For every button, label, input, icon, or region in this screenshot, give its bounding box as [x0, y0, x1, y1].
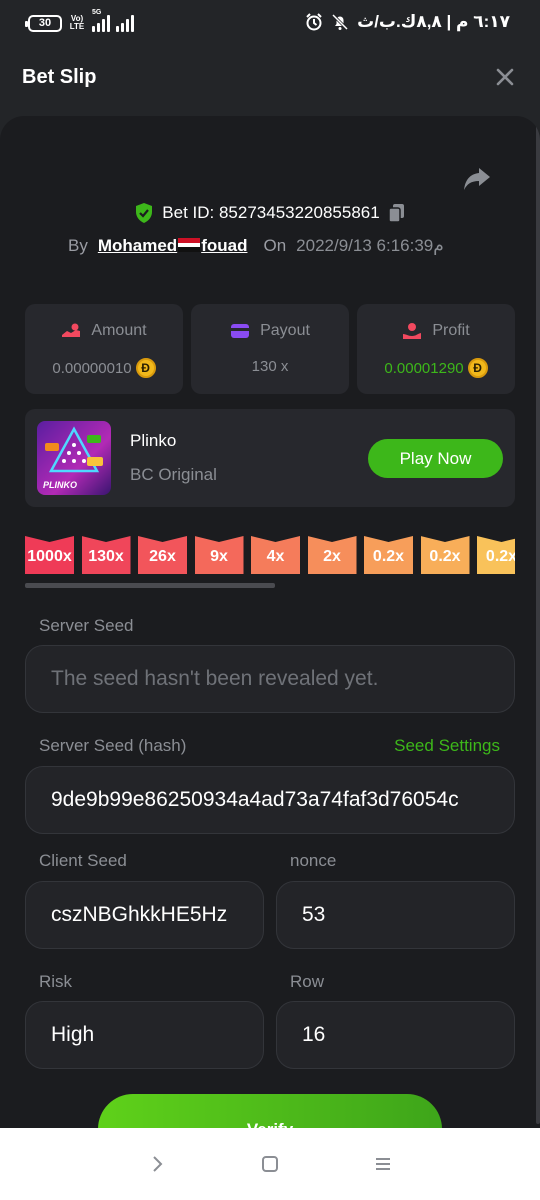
server-seed-field[interactable]: The seed hasn't been revealed yet.: [25, 645, 515, 713]
multiplier-chip: 1000x: [25, 536, 74, 574]
profit-value: 0.00001290: [384, 359, 464, 377]
amount-icon: [62, 323, 81, 337]
battery-icon: 30: [25, 14, 62, 32]
multiplier-chip: 0.2x: [420, 536, 470, 574]
header: Bet Slip: [0, 46, 540, 116]
nav-back-button[interactable]: [146, 1153, 168, 1175]
hash-field[interactable]: 9de9b99e86250934a4ad73a74faf3d76054c: [25, 766, 515, 834]
page-scrollbar[interactable]: [536, 124, 540, 1124]
payout-value: 130 x: [251, 358, 289, 375]
amount-box: Amount 0.00000010 Ð: [25, 304, 183, 394]
share-button[interactable]: [462, 166, 492, 192]
server-seed-label: Server Seed: [39, 616, 134, 635]
bet-date: 2022/9/13 م6:16:39: [296, 236, 444, 255]
multiplier-chip: 9x: [194, 536, 244, 574]
hash-label: Server Seed (hash): [39, 736, 187, 755]
profit-label: Profit: [432, 322, 470, 339]
nav-menu-button[interactable]: [372, 1153, 394, 1175]
verify-label: Verify: [247, 1120, 293, 1128]
by-row: By Mohamed fouad On 2022/9/13 م6:16:39: [68, 236, 444, 256]
verify-button[interactable]: Verify: [98, 1094, 442, 1128]
status-left: 30 Vo) LTE 5G: [25, 9, 134, 32]
profit-icon: [403, 323, 422, 339]
shield-check-icon: [136, 203, 153, 223]
signal-5g-icon: 5G: [92, 9, 110, 32]
client-seed-field[interactable]: cszNBGhkkHE5Hz: [25, 881, 264, 949]
payout-box: Payout 130 x: [191, 304, 349, 394]
bet-id-row: Bet ID: 85273453220855861: [0, 202, 540, 224]
volte-indicator: Vo) LTE: [68, 15, 86, 31]
close-button[interactable]: [492, 64, 518, 90]
amount-label: Amount: [91, 322, 147, 339]
row-label: Row: [290, 972, 325, 991]
battery-level: 30: [38, 17, 52, 29]
by-label: By: [68, 236, 88, 255]
network-label: 5G: [92, 9, 102, 16]
page-title: Bet Slip: [22, 66, 97, 88]
chevron-right-icon: [153, 1156, 163, 1172]
game-name: Plinko: [130, 431, 177, 450]
multiplier-chip: 0.2x: [477, 536, 515, 574]
bet-id: Bet ID: 85273453220855861: [162, 203, 380, 222]
plinko-thumbnail[interactable]: PLINKO: [37, 421, 111, 495]
user-first: Mohamed: [97, 236, 178, 255]
amount-value: 0.00000010: [52, 359, 132, 377]
coin-icon: Ð: [135, 358, 156, 378]
wallet-icon: [231, 324, 250, 338]
bet-card: Bet ID: 85273453220855861 By Mohamed foua…: [0, 116, 540, 1128]
multiplier-chip: 2x: [307, 536, 357, 574]
alarm-icon: [305, 13, 323, 31]
multiplier-strip[interactable]: 1000x 130x 26x 9x 4x 2x 0.2x 0.2x 0.2x: [25, 536, 515, 578]
nonce-field[interactable]: 53: [276, 881, 515, 949]
share-icon: [464, 168, 490, 190]
nav-home-button[interactable]: [259, 1153, 281, 1175]
multiplier-chip: 4x: [251, 536, 300, 574]
risk-field[interactable]: High: [25, 1001, 264, 1069]
multiplier-chip: 26x: [138, 536, 187, 574]
multiplier-chip: 130x: [81, 536, 131, 574]
volte-line2: LTE: [69, 22, 85, 31]
multiplier-scrollbar[interactable]: [25, 583, 275, 588]
square-icon: [262, 1156, 278, 1172]
play-now-button[interactable]: Play Now: [368, 439, 503, 478]
client-seed-label: Client Seed: [39, 851, 127, 870]
nonce-label: nonce: [290, 851, 337, 870]
profit-box: Profit 0.00001290 Ð: [357, 304, 515, 394]
on-label: On: [263, 236, 287, 255]
row-field[interactable]: 16: [276, 1001, 515, 1069]
payout-label: Payout: [260, 322, 310, 339]
menu-icon: [376, 1158, 390, 1170]
status-text: ٦:١٧ م | ٨,٨ك.ب/ث: [357, 12, 510, 31]
multiplier-chip: 0.2x: [364, 536, 413, 574]
game-subtitle: BC Original: [130, 465, 217, 484]
copy-icon[interactable]: [387, 203, 406, 223]
close-icon: [496, 68, 514, 86]
status-right: ٦:١٧ م | ٨,٨ك.ب/ث: [305, 12, 510, 32]
user-last: fouad: [201, 236, 248, 255]
bell-off-icon: [331, 13, 349, 31]
egypt-flag-icon: [178, 238, 201, 252]
main-panel: Bet ID: 85273453220855861 By Mohamed foua…: [0, 116, 540, 1128]
signal-icon: [116, 14, 134, 32]
coin-icon: Ð: [467, 358, 488, 378]
status-bar: 30 Vo) LTE 5G ٦:١٧ م | ٨,٨ك.ب/ث: [0, 0, 540, 46]
seed-settings-link[interactable]: Seed Settings: [394, 736, 500, 756]
system-nav-bar: [0, 1128, 540, 1200]
game-card: PLINKO Plinko BC Original Play Now: [25, 409, 515, 507]
thumb-text: PLINKO: [43, 480, 78, 490]
user-name-link[interactable]: Mohamed fouad: [98, 236, 248, 256]
risk-label: Risk: [39, 972, 73, 991]
